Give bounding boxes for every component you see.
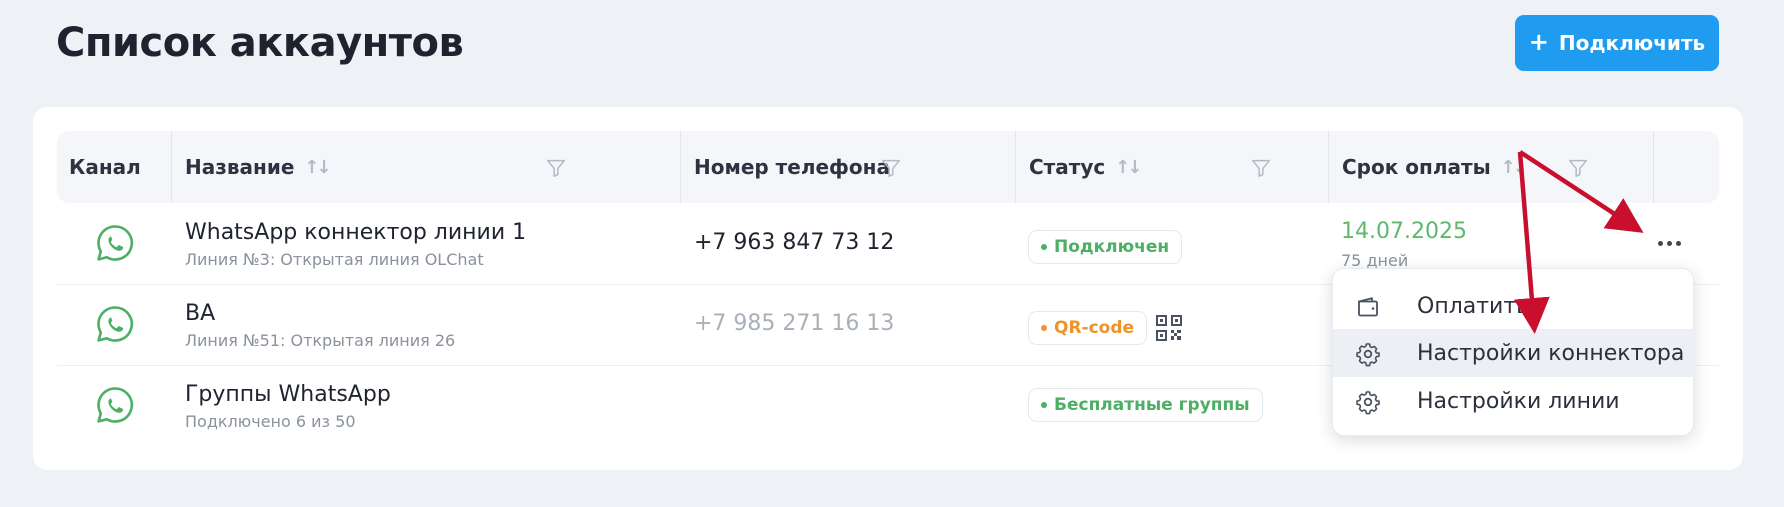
menu-item-line-settings[interactable]: Настройки линии (1333, 377, 1695, 425)
whatsapp-icon (97, 387, 134, 423)
account-line: Подключено 6 из 50 (185, 412, 356, 431)
whatsapp-icon (97, 306, 134, 342)
gear-icon (1356, 343, 1380, 367)
sort-icon[interactable]: ↑↓ (1501, 157, 1528, 178)
filter-icon[interactable] (880, 157, 902, 179)
phone-number: +7 985 271 16 13 (694, 311, 895, 336)
column-header-channel: Канал (69, 155, 141, 179)
column-header-name[interactable]: Название ↑↓ (185, 131, 332, 203)
more-actions-icon[interactable] (1652, 232, 1686, 254)
qr-code-icon[interactable] (1155, 314, 1183, 342)
phone-number: +7 963 847 73 12 (694, 230, 895, 255)
filter-icon[interactable] (545, 157, 567, 179)
wallet-icon (1358, 297, 1378, 317)
status-badge: Подключен (1028, 230, 1183, 264)
account-name[interactable]: Группы WhatsApp (185, 382, 391, 407)
account-name[interactable]: ВА (185, 301, 215, 326)
status-dot (1041, 402, 1047, 408)
row-actions-menu: Оплатить Настройки коннектора Настройки … (1332, 268, 1695, 436)
filter-icon[interactable] (1567, 157, 1589, 179)
payment-date: 14.07.2025 (1341, 219, 1467, 244)
sort-icon[interactable]: ↑↓ (1115, 157, 1142, 178)
plus-icon: + (1528, 27, 1549, 56)
whatsapp-icon (97, 225, 134, 261)
account-line: Линия №3: Открытая линия OLChat (185, 250, 484, 269)
status-badge: QR-code (1028, 311, 1148, 345)
gear-icon (1356, 391, 1380, 415)
account-line: Линия №51: Открытая линия 26 (185, 331, 456, 350)
table-header: Канал Название ↑↓ Номер телефона Статус … (57, 131, 1719, 203)
menu-item-pay[interactable]: Оплатить (1333, 282, 1695, 330)
column-header-phone: Номер телефона (694, 155, 890, 179)
connect-button[interactable]: + Подключить (1515, 15, 1719, 71)
menu-item-connector-settings[interactable]: Настройки коннектора (1333, 329, 1695, 377)
status-badge: Бесплатные группы (1028, 388, 1263, 422)
status-dot (1041, 325, 1047, 331)
column-header-payment[interactable]: Срок оплаты ↑↓ (1342, 131, 1528, 203)
sort-icon[interactable]: ↑↓ (304, 157, 331, 178)
account-name[interactable]: WhatsApp коннектор линии 1 (185, 220, 526, 245)
status-dot (1041, 244, 1047, 250)
connect-button-label: Подключить (1558, 31, 1706, 55)
filter-icon[interactable] (1250, 157, 1272, 179)
page-title: Список аккаунтов (56, 20, 464, 66)
column-header-status[interactable]: Статус ↑↓ (1029, 131, 1142, 203)
